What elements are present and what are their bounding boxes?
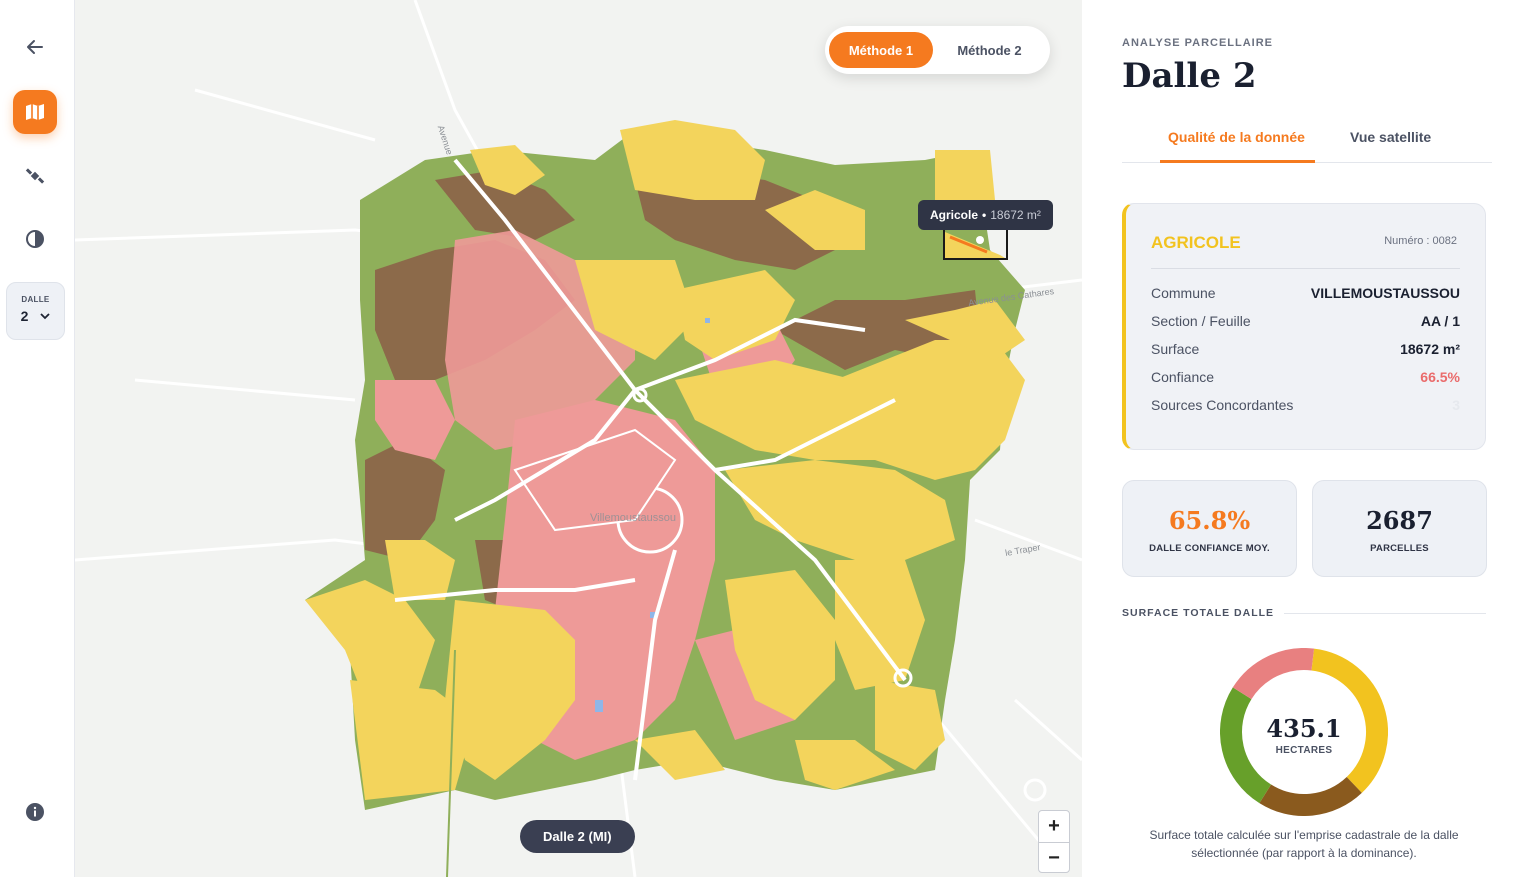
stat-parcels-value: 2687	[1366, 506, 1433, 535]
dalle-select[interactable]: DALLE 2	[6, 282, 65, 340]
analysis-panel: ANALYSE PARCELLAIRE Dalle 2 Qualité de l…	[1082, 0, 1521, 877]
row-value: AA / 1	[1420, 313, 1460, 329]
row-key: Surface	[1151, 341, 1200, 357]
parcel-tooltip: Agricole • 18672 m²	[918, 200, 1053, 230]
row-value: 3	[1452, 397, 1460, 413]
row-confidence: Confiance 66.5%	[1151, 367, 1460, 387]
row-section: Section / Feuille AA / 1	[1151, 311, 1460, 331]
zoom-control: + −	[1038, 810, 1070, 873]
stat-parcels-label: PARCELLES	[1370, 543, 1429, 554]
satellite-view-button[interactable]	[13, 154, 57, 198]
zoom-in-button[interactable]: +	[1039, 811, 1069, 842]
chevron-down-icon	[40, 313, 51, 320]
parcel-map[interactable]: Avenue des Cathares le Traper Avenue Vil…	[75, 0, 1082, 877]
dalle-select-label: DALLE	[21, 295, 50, 304]
panel-eyebrow: ANALYSE PARCELLAIRE	[1122, 37, 1274, 49]
zoom-out-button[interactable]: −	[1039, 842, 1069, 873]
satellite-icon	[25, 168, 45, 184]
arrow-left-icon	[27, 40, 43, 54]
method-toggle: Méthode 1 Méthode 2	[825, 26, 1050, 74]
tooltip-area: 18672 m²	[990, 208, 1041, 222]
tab-data-quality[interactable]: Qualité de la donnée	[1168, 129, 1305, 145]
stat-confidence-value: 65.8%	[1168, 506, 1251, 535]
surface-total-unit: HECTARES	[1275, 745, 1333, 756]
row-key: Confiance	[1151, 369, 1215, 385]
stat-parcels: 2687 PARCELLES	[1312, 480, 1487, 577]
dalle-chip: Dalle 2 (MI)	[520, 820, 635, 853]
contrast-button[interactable]	[13, 217, 57, 261]
stat-confidence-label: DALLE CONFIANCE MOY.	[1149, 543, 1270, 554]
parcel-number: Numéro : 0082	[1384, 235, 1457, 247]
row-key: Section / Feuille	[1151, 313, 1251, 329]
dalle-select-value: 2	[20, 308, 29, 324]
info-button[interactable]	[13, 790, 57, 834]
parcel-type: AGRICOLE	[1151, 233, 1241, 252]
left-rail: DALLE 2	[0, 0, 75, 877]
map-canvas[interactable]	[75, 0, 1082, 877]
card-divider	[1151, 268, 1460, 269]
page-title: Dalle 2	[1122, 56, 1257, 96]
surface-heading: SURFACE TOTALE DALLE	[1122, 607, 1486, 619]
info-icon	[26, 803, 44, 821]
tab-satellite-view[interactable]: Vue satellite	[1350, 129, 1431, 145]
panel-tabs: Qualité de la donnée Vue satellite	[1122, 118, 1492, 163]
active-tab-indicator	[1160, 160, 1315, 163]
method-1-button[interactable]: Méthode 1	[829, 32, 933, 68]
donut-center: 435.1 HECTARES	[1220, 648, 1388, 816]
map-view-button[interactable]	[13, 90, 57, 134]
surface-heading-rule	[1284, 612, 1486, 614]
row-key: Commune	[1151, 285, 1216, 301]
tooltip-type: Agricole	[930, 208, 979, 222]
map-icon	[26, 104, 44, 120]
surface-total-value: 435.1	[1266, 714, 1342, 743]
row-commune: Commune VILLEMOUSTAUSSOU	[1151, 283, 1460, 303]
parcel-layer[interactable]	[305, 120, 1025, 810]
row-value: 18672 m²	[1400, 341, 1460, 357]
row-key: Sources Concordantes	[1151, 397, 1294, 413]
row-value: 66.5%	[1420, 369, 1460, 385]
surface-note: Surface totale calculée sur l'emprise ca…	[1149, 828, 1459, 860]
parcel-card: AGRICOLE Numéro : 0082 Commune VILLEMOUS…	[1122, 203, 1486, 450]
stat-confidence: 65.8% DALLE CONFIANCE MOY.	[1122, 480, 1297, 577]
contrast-icon	[26, 230, 44, 248]
tooltip-bullet: •	[982, 208, 987, 222]
row-sources: Sources Concordantes 3	[1151, 395, 1460, 415]
method-2-button[interactable]: Méthode 2	[933, 32, 1046, 68]
row-value: VILLEMOUSTAUSSOU	[1310, 285, 1460, 301]
village-label: Villemoustaussou	[590, 512, 677, 524]
row-surface: Surface 18672 m²	[1151, 339, 1460, 359]
back-button[interactable]	[13, 25, 57, 69]
surface-heading-text: SURFACE TOTALE DALLE	[1122, 607, 1275, 619]
